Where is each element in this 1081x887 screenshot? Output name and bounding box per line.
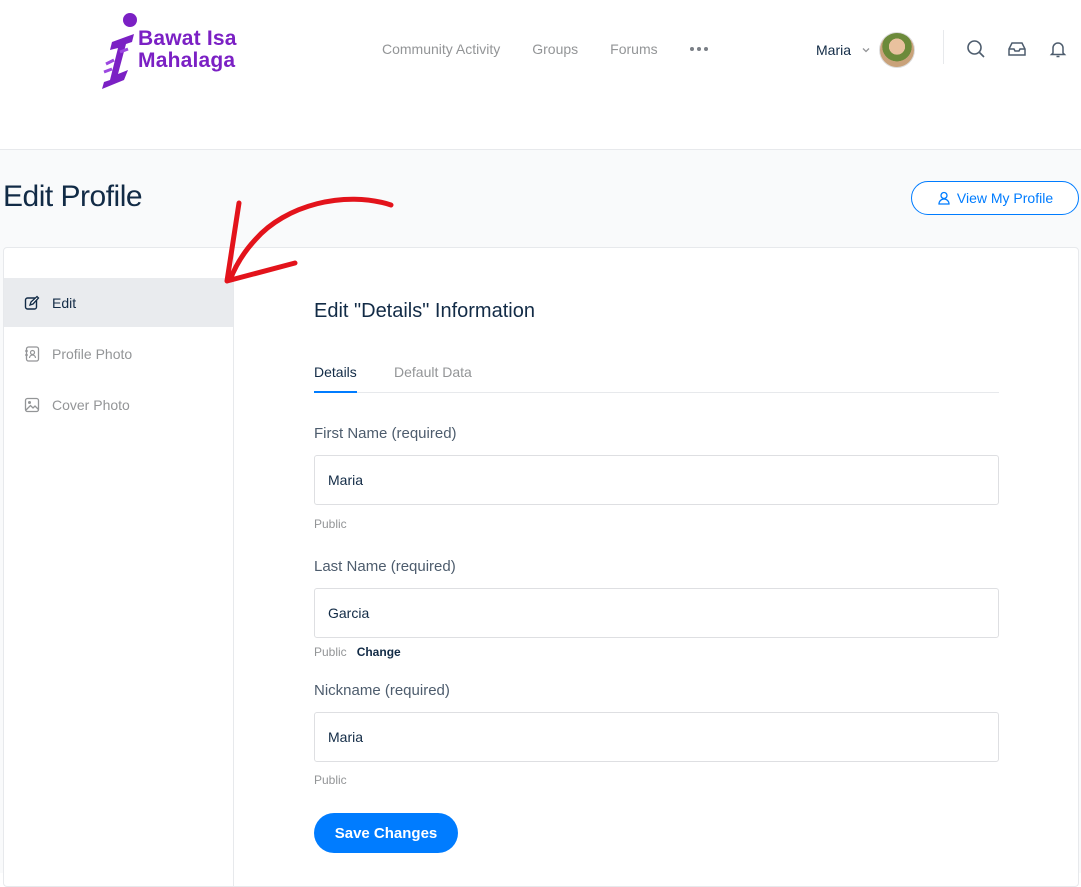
site-logo[interactable]: Bawat Isa Mahalaga [98, 12, 258, 92]
bell-icon[interactable] [1048, 39, 1068, 59]
sidebar-item-cover-photo[interactable]: Cover Photo [4, 380, 233, 429]
last-name-label: Last Name (required) [314, 558, 456, 575]
save-changes-button[interactable]: Save Changes [314, 813, 458, 853]
main-nav: Community Activity Groups Forums [382, 40, 708, 58]
tab-details[interactable]: Details [314, 364, 357, 393]
search-icon[interactable] [966, 39, 986, 59]
form-title: Edit "Details" Information [314, 300, 535, 322]
edit-icon [24, 295, 40, 310]
change-visibility-link[interactable]: Change [357, 645, 401, 659]
view-my-profile-label: View My Profile [956, 190, 1054, 206]
nav-community-activity[interactable]: Community Activity [382, 40, 500, 58]
first-name-label: First Name (required) [314, 425, 457, 442]
nickname-label: Nickname (required) [314, 682, 450, 699]
user-menu[interactable]: Maria [816, 32, 916, 68]
profile-sidebar: Edit Profile Photo Cover Photo [4, 248, 234, 886]
visibility-label: Public [314, 773, 347, 787]
sidebar-item-edit[interactable]: Edit [4, 278, 233, 327]
contact-icon [25, 345, 40, 362]
brand-name: Bawat Isa Mahalaga [138, 28, 237, 72]
site-header: Bawat Isa Mahalaga Community Activity Gr… [0, 0, 1081, 150]
last-name-visibility: Public Change [314, 645, 401, 659]
chevron-down-icon[interactable] [861, 45, 871, 55]
last-name-field[interactable]: Garcia [314, 588, 999, 638]
annotation-arrow-icon [224, 196, 394, 284]
first-name-field[interactable]: Maria [314, 455, 999, 505]
sidebar-item-label: Profile Photo [52, 345, 133, 362]
brand-line-1: Bawat Isa [138, 27, 237, 50]
nickname-visibility: Public [314, 773, 347, 787]
nickname-field[interactable]: Maria [314, 712, 999, 762]
header-divider [943, 30, 944, 64]
form-tabs: Details Default Data [314, 364, 999, 393]
sidebar-item-profile-photo[interactable]: Profile Photo [4, 329, 233, 378]
profile-card: Edit Profile Photo Cover Photo Edit "Det… [3, 247, 1079, 887]
visibility-label: Public [314, 645, 347, 659]
page-body: Edit Profile View My Profile Edit Profil… [0, 150, 1081, 887]
sidebar-item-label: Cover Photo [52, 396, 130, 413]
sidebar-item-label: Edit [52, 294, 77, 311]
image-icon [24, 397, 40, 412]
user-icon [938, 191, 950, 205]
inbox-icon[interactable] [1007, 39, 1027, 59]
view-my-profile-button[interactable]: View My Profile [911, 181, 1079, 215]
nav-groups[interactable]: Groups [532, 40, 578, 58]
brand-line-2: Mahalaga [138, 49, 236, 72]
ellipsis-icon[interactable] [689, 47, 708, 51]
visibility-label: Public [314, 517, 347, 531]
tab-default-data[interactable]: Default Data [394, 364, 472, 393]
nav-forums[interactable]: Forums [610, 40, 657, 58]
first-name-visibility: Public [314, 517, 347, 531]
avatar[interactable] [879, 32, 916, 68]
user-name[interactable]: Maria [816, 42, 851, 58]
page-title: Edit Profile [3, 180, 143, 213]
